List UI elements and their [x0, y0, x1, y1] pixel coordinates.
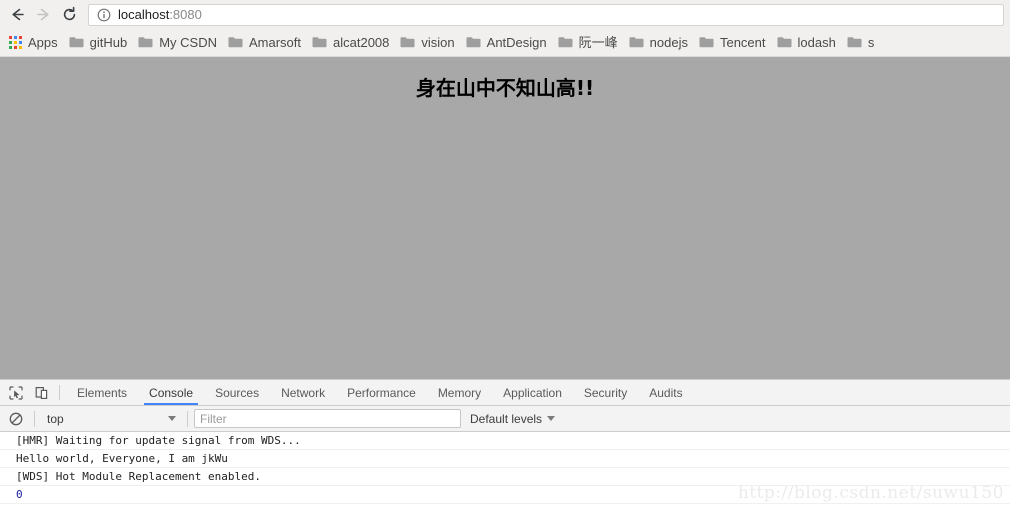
- bookmark-label: Apps: [28, 34, 58, 50]
- console-filter-input[interactable]: [194, 409, 461, 428]
- back-button[interactable]: [4, 2, 30, 28]
- bookmark-item[interactable]: s: [843, 32, 882, 54]
- page-title: 身在山中不知山高!!: [415, 76, 595, 100]
- browser-window: localhost:8080 Apps gitHub My CSDN Amars…: [0, 0, 1010, 511]
- filterbar-divider: [187, 410, 188, 427]
- bookmark-item[interactable]: 阮一峰: [554, 32, 625, 54]
- bookmark-item[interactable]: nodejs: [625, 32, 695, 54]
- folder-icon: [466, 37, 481, 48]
- address-bar[interactable]: localhost:8080: [88, 3, 1004, 26]
- arrow-right-icon: [36, 8, 49, 21]
- tab-console[interactable]: Console: [138, 380, 204, 405]
- bookmark-item[interactable]: Tencent: [695, 32, 773, 54]
- bookmark-item[interactable]: gitHub: [65, 32, 135, 54]
- bookmark-label: vision: [421, 34, 455, 50]
- tab-application[interactable]: Application: [492, 380, 573, 405]
- folder-icon: [558, 37, 573, 48]
- bookmark-item[interactable]: alcat2008: [308, 32, 396, 54]
- reload-icon: [63, 6, 75, 21]
- tab-elements[interactable]: Elements: [66, 380, 138, 405]
- log-levels-label: Default levels: [470, 411, 543, 426]
- toolbar-divider: [59, 385, 60, 400]
- bookmarks-bar: Apps gitHub My CSDN Amarsoft alcat2008 v…: [0, 29, 1010, 57]
- tab-network[interactable]: Network: [270, 380, 336, 405]
- arrow-left-icon: [11, 8, 24, 21]
- info-circle-icon[interactable]: [97, 8, 111, 22]
- clear-console-button[interactable]: [4, 407, 28, 431]
- folder-icon: [138, 37, 153, 48]
- bookmark-item[interactable]: vision: [396, 32, 461, 54]
- bookmark-label: My CSDN: [159, 34, 217, 50]
- inspect-element-icon: [9, 385, 23, 400]
- console-filter-toolbar: top Default levels: [0, 406, 1010, 432]
- bookmark-item[interactable]: AntDesign: [462, 32, 554, 54]
- tab-sources[interactable]: Sources: [204, 380, 270, 405]
- tab-performance[interactable]: Performance: [336, 380, 427, 405]
- console-log-row: [HMR] Waiting for update signal from WDS…: [0, 432, 1010, 450]
- devtools-panel: Elements Console Sources Network Perform…: [0, 379, 1010, 511]
- console-log-row: Hello world, Everyone, I am jkWu: [0, 450, 1010, 468]
- clear-console-icon: [9, 412, 23, 425]
- folder-icon: [699, 37, 714, 48]
- execution-context-select[interactable]: top: [41, 409, 181, 429]
- apps-grid-icon: [9, 36, 22, 49]
- address-bar-text: localhost:8080: [118, 5, 202, 25]
- bookmark-label: Amarsoft: [249, 34, 302, 50]
- filterbar-divider: [34, 410, 35, 427]
- bookmark-label: Tencent: [719, 34, 766, 50]
- bookmark-item[interactable]: My CSDN: [134, 32, 224, 54]
- bookmark-label: nodejs: [649, 34, 688, 50]
- execution-context-value: top: [47, 411, 64, 426]
- console-output[interactable]: [HMR] Waiting for update signal from WDS…: [0, 432, 1010, 511]
- tab-audits[interactable]: Audits: [638, 380, 693, 405]
- tab-security[interactable]: Security: [573, 380, 638, 405]
- devtools-tabbar: Elements Console Sources Network Perform…: [0, 380, 1010, 406]
- console-log-row: [WDS] Hot Module Replacement enabled.: [0, 468, 1010, 486]
- forward-button: [30, 2, 56, 28]
- page-viewport: 身在山中不知山高!!: [0, 57, 1010, 379]
- folder-icon: [228, 37, 243, 48]
- folder-icon: [629, 37, 644, 48]
- tab-memory[interactable]: Memory: [427, 380, 492, 405]
- bookmark-apps[interactable]: Apps: [5, 32, 65, 54]
- folder-icon: [847, 37, 862, 48]
- bookmark-item[interactable]: Amarsoft: [224, 32, 308, 54]
- navigation-toolbar: localhost:8080: [0, 0, 1010, 29]
- folder-icon: [777, 37, 792, 48]
- chevron-down-icon: [547, 416, 556, 421]
- chevron-down-icon: [168, 416, 176, 421]
- folder-icon: [400, 37, 415, 48]
- bookmark-item[interactable]: lodash: [773, 32, 843, 54]
- bookmark-label: alcat2008: [333, 34, 390, 50]
- bookmark-label: s: [867, 34, 875, 50]
- inspect-element-button[interactable]: [3, 380, 29, 405]
- device-toolbar-icon: [35, 386, 48, 399]
- reload-button[interactable]: [56, 2, 82, 28]
- device-toolbar-button[interactable]: [29, 380, 55, 405]
- folder-icon: [69, 37, 84, 48]
- bookmark-label: 阮一峰: [578, 34, 618, 50]
- log-levels-select[interactable]: Default levels: [470, 411, 556, 426]
- url-port: :8080: [169, 6, 202, 22]
- bookmark-label: AntDesign: [486, 34, 547, 50]
- folder-icon: [312, 37, 327, 48]
- url-host: localhost: [118, 6, 170, 22]
- bookmark-label: gitHub: [89, 34, 128, 50]
- console-result-row: 0: [0, 486, 1010, 504]
- bookmark-label: lodash: [797, 34, 836, 50]
